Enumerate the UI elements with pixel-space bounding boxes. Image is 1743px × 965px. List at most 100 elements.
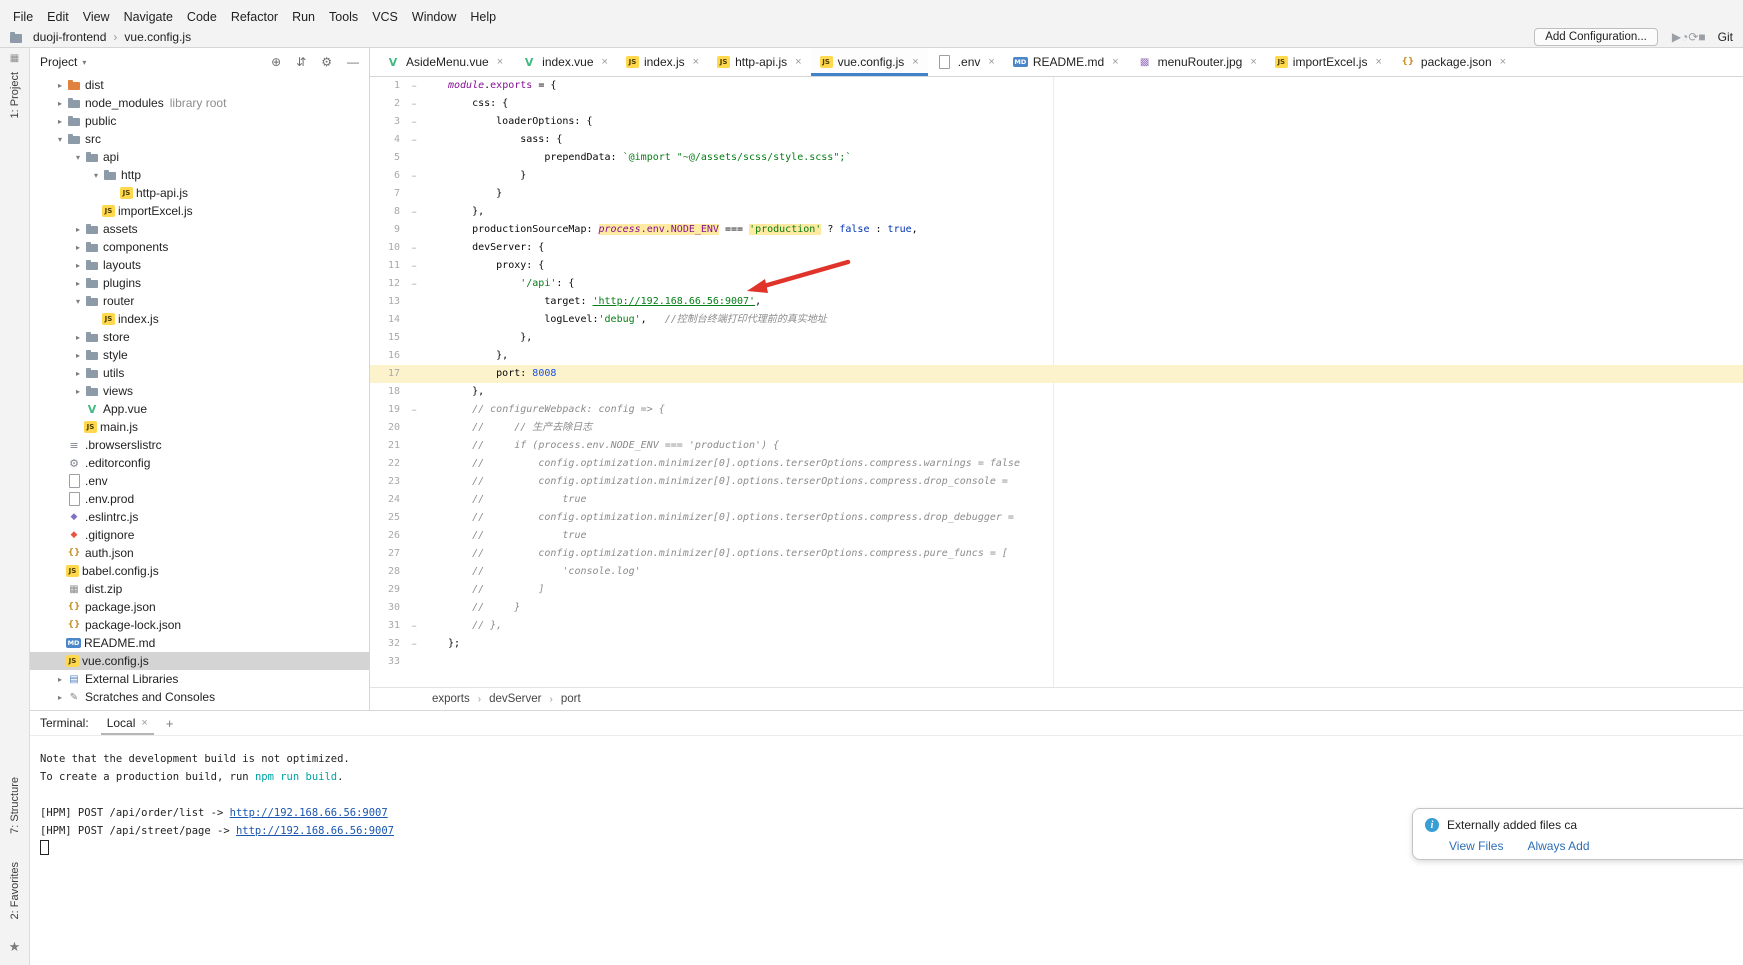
git-widget[interactable]: Git bbox=[1718, 30, 1733, 44]
chevron-right-icon[interactable]: ▸ bbox=[72, 279, 84, 288]
tree-item-readme-md[interactable]: README.md bbox=[30, 634, 369, 652]
collapse-all-icon[interactable]: ⇵ bbox=[296, 55, 306, 69]
breadcrumb-port[interactable]: port bbox=[561, 693, 581, 705]
tree-item-views[interactable]: ▸views bbox=[30, 382, 369, 400]
tree-item-external-libraries[interactable]: ▸External Libraries bbox=[30, 670, 369, 688]
fold-marker-icon[interactable]: − bbox=[400, 279, 428, 289]
code-line-17[interactable]: 17 port: 8008 bbox=[370, 365, 1743, 383]
close-icon[interactable]: × bbox=[1500, 56, 1506, 68]
menu-code[interactable]: Code bbox=[180, 8, 224, 26]
breadcrumb-devserver[interactable]: devServer bbox=[489, 693, 541, 705]
toolwindow-project-button[interactable]: 1: Project bbox=[9, 72, 21, 118]
code-line-23[interactable]: 23 // config.optimization.minimizer[0].o… bbox=[370, 473, 1743, 491]
tree-item-api[interactable]: ▾api bbox=[30, 148, 369, 166]
toolwindow-favorites-button[interactable]: 2: Favorites bbox=[9, 862, 21, 919]
chevron-right-icon[interactable]: ▸ bbox=[72, 333, 84, 342]
tab-asidemenu-vue[interactable]: AsideMenu.vue× bbox=[376, 48, 512, 76]
tree-item-importexcel-js[interactable]: importExcel.js bbox=[30, 202, 369, 220]
code-line-33[interactable]: 33 bbox=[370, 653, 1743, 671]
code-line-15[interactable]: 15 }, bbox=[370, 329, 1743, 347]
menu-navigate[interactable]: Navigate bbox=[117, 8, 180, 26]
menu-run[interactable]: Run bbox=[285, 8, 322, 26]
tree-item-main-js[interactable]: main.js bbox=[30, 418, 369, 436]
menu-help[interactable]: Help bbox=[463, 8, 503, 26]
tree-item-store[interactable]: ▸store bbox=[30, 328, 369, 346]
tree-item-node-modules[interactable]: ▸node_moduleslibrary root bbox=[30, 94, 369, 112]
add-configuration-button[interactable]: Add Configuration... bbox=[1534, 28, 1658, 46]
locate-icon[interactable]: ⊕ bbox=[271, 55, 281, 69]
menu-file[interactable]: File bbox=[6, 8, 40, 26]
chevron-down-icon[interactable]: ▾ bbox=[90, 171, 102, 180]
fold-marker-icon[interactable]: − bbox=[400, 117, 428, 127]
code-line-6[interactable]: 6− } bbox=[370, 167, 1743, 185]
code-line-12[interactable]: 12− '/api': { bbox=[370, 275, 1743, 293]
tree-item-src[interactable]: ▾src bbox=[30, 130, 369, 148]
tree-item-gitignore[interactable]: .gitignore bbox=[30, 526, 369, 544]
tree-item-babel-config-js[interactable]: babel.config.js bbox=[30, 562, 369, 580]
tab-env[interactable]: .env× bbox=[928, 48, 1004, 76]
fold-marker-icon[interactable]: − bbox=[400, 621, 428, 631]
terminal-link[interactable]: http://192.168.66.56:9007 bbox=[236, 825, 394, 837]
chevron-down-icon[interactable]: ▾ bbox=[72, 297, 84, 306]
fold-marker-icon[interactable]: − bbox=[400, 99, 428, 109]
code-line-4[interactable]: 4− sass: { bbox=[370, 131, 1743, 149]
code-line-21[interactable]: 21 // if (process.env.NODE_ENV === 'prod… bbox=[370, 437, 1743, 455]
view-files-link[interactable]: View Files bbox=[1449, 839, 1503, 853]
tree-item-public[interactable]: ▸public bbox=[30, 112, 369, 130]
code-line-14[interactable]: 14 logLevel:'debug', //控制台终端打印代理前的真实地址 bbox=[370, 311, 1743, 329]
tree-item-package-json[interactable]: package.json bbox=[30, 598, 369, 616]
code-line-31[interactable]: 31− // }, bbox=[370, 617, 1743, 635]
fold-marker-icon[interactable]: − bbox=[400, 81, 428, 91]
chevron-down-icon[interactable]: ▾ bbox=[72, 153, 84, 162]
code-line-32[interactable]: 32−}; bbox=[370, 635, 1743, 653]
tab-index-js[interactable]: index.js× bbox=[617, 48, 708, 76]
tree-item-http-api-js[interactable]: http-api.js bbox=[30, 184, 369, 202]
chevron-right-icon[interactable]: ▸ bbox=[72, 261, 84, 270]
chevron-right-icon[interactable]: ▸ bbox=[72, 225, 84, 234]
new-terminal-tab-button[interactable]: + bbox=[166, 716, 174, 731]
breadcrumb-project[interactable]: duoji-frontend bbox=[30, 29, 109, 45]
project-panel-title[interactable]: Project bbox=[40, 55, 77, 69]
code-line-22[interactable]: 22 // config.optimization.minimizer[0].o… bbox=[370, 455, 1743, 473]
tree-item-dist-zip[interactable]: dist.zip bbox=[30, 580, 369, 598]
tab-vue-config-js[interactable]: vue.config.js× bbox=[811, 48, 928, 76]
code-line-16[interactable]: 16 }, bbox=[370, 347, 1743, 365]
tree-item-vue-config-js[interactable]: vue.config.js bbox=[30, 652, 369, 670]
code-line-13[interactable]: 13 target: 'http://192.168.66.56:9007', bbox=[370, 293, 1743, 311]
tree-item-plugins[interactable]: ▸plugins bbox=[30, 274, 369, 292]
tree-item-components[interactable]: ▸components bbox=[30, 238, 369, 256]
code-line-26[interactable]: 26 // true bbox=[370, 527, 1743, 545]
menu-view[interactable]: View bbox=[76, 8, 117, 26]
code-line-2[interactable]: 2− css: { bbox=[370, 95, 1743, 113]
fold-marker-icon[interactable]: − bbox=[400, 207, 428, 217]
tree-item-utils[interactable]: ▸utils bbox=[30, 364, 369, 382]
code-line-25[interactable]: 25 // config.optimization.minimizer[0].o… bbox=[370, 509, 1743, 527]
tree-item-style[interactable]: ▸style bbox=[30, 346, 369, 364]
menu-tools[interactable]: Tools bbox=[322, 8, 365, 26]
tree-item-editorconfig[interactable]: .editorconfig bbox=[30, 454, 369, 472]
always-add-link[interactable]: Always Add bbox=[1527, 839, 1589, 853]
code-line-19[interactable]: 19− // configureWebpack: config => { bbox=[370, 401, 1743, 419]
tab-http-api-js[interactable]: http-api.js× bbox=[708, 48, 810, 76]
tree-item-index-js[interactable]: index.js bbox=[30, 310, 369, 328]
tree-item-package-lock-json[interactable]: package-lock.json bbox=[30, 616, 369, 634]
code-line-29[interactable]: 29 // ] bbox=[370, 581, 1743, 599]
tree-item-app-vue[interactable]: App.vue bbox=[30, 400, 369, 418]
tree-item-env[interactable]: .env bbox=[30, 472, 369, 490]
code-line-5[interactable]: 5 prependData: `@import "~@/assets/scss/… bbox=[370, 149, 1743, 167]
breadcrumb-exports[interactable]: exports bbox=[432, 693, 470, 705]
code-line-9[interactable]: 9 productionSourceMap: process.env.NODE_… bbox=[370, 221, 1743, 239]
close-icon[interactable]: × bbox=[141, 717, 147, 729]
code-line-18[interactable]: 18 }, bbox=[370, 383, 1743, 401]
tab-index-vue[interactable]: index.vue× bbox=[512, 48, 617, 76]
chevron-right-icon[interactable]: ▸ bbox=[54, 675, 66, 684]
code-line-8[interactable]: 8− }, bbox=[370, 203, 1743, 221]
close-icon[interactable]: × bbox=[795, 56, 801, 68]
tree-item-browserslistrc[interactable]: .browserslistrc bbox=[30, 436, 369, 454]
chevron-right-icon[interactable]: ▸ bbox=[54, 117, 66, 126]
tree-item-router[interactable]: ▾router bbox=[30, 292, 369, 310]
run-icon[interactable]: ▶ bbox=[1672, 30, 1681, 44]
stop-icon[interactable]: ■ bbox=[1698, 30, 1705, 44]
close-icon[interactable]: × bbox=[988, 56, 994, 68]
update-icon[interactable]: ⟳ bbox=[1688, 30, 1698, 44]
